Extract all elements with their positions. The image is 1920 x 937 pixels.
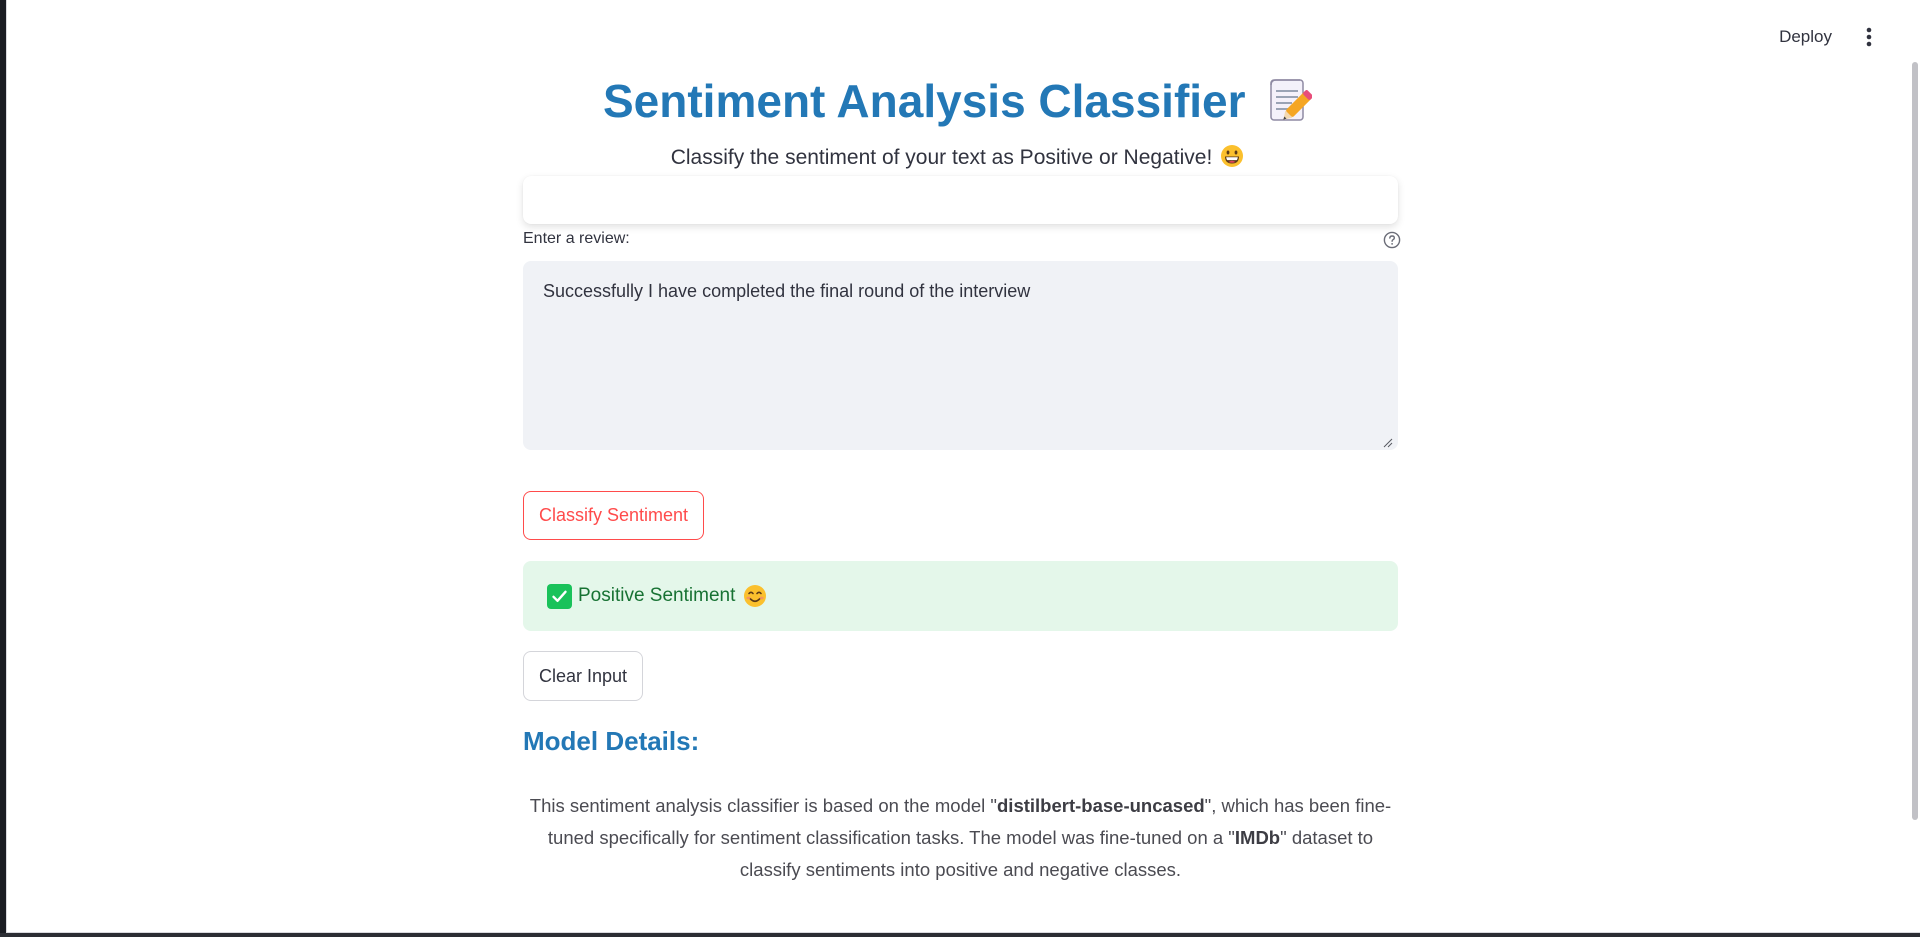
subtitle: Classify the sentiment of your text as P… xyxy=(517,144,1398,170)
window-bottom-edge xyxy=(0,933,1920,937)
classify-sentiment-button[interactable]: Classify Sentiment xyxy=(523,491,705,540)
main-menu-button[interactable] xyxy=(1854,22,1884,52)
clear-input-button[interactable]: Clear Input xyxy=(523,651,644,701)
smiling-face-icon xyxy=(744,585,767,607)
app-header: Deploy xyxy=(7,0,1920,70)
check-mark-icon xyxy=(547,583,572,609)
help-circle-icon[interactable] xyxy=(1383,231,1401,249)
subtitle-text: Classify the sentiment of your text as P… xyxy=(670,146,1213,169)
scrollbar-thumb[interactable] xyxy=(1912,62,1918,820)
model-details-heading: Model Details: xyxy=(523,726,700,756)
deploy-button[interactable]: Deploy xyxy=(1769,22,1842,52)
result-text: Positive Sentiment xyxy=(578,585,736,606)
result-alert: Positive Sentiment xyxy=(523,561,1398,631)
model-details-paragraph: This sentiment analysis classifier is ba… xyxy=(523,790,1398,886)
dataset-name: IMDb xyxy=(1234,827,1281,848)
app-window: Deploy Sentiment Analysis Classifier Cla… xyxy=(6,0,1920,933)
resize-grip-icon[interactable] xyxy=(1383,438,1393,448)
model-text-part-1: This sentiment analysis classifier is ba… xyxy=(529,795,997,816)
grinning-face-icon xyxy=(1221,145,1244,167)
vertical-dots-icon xyxy=(1866,27,1872,47)
review-field-label: Enter a review: xyxy=(523,230,630,247)
review-textarea[interactable]: Successfully I have completed the final … xyxy=(523,261,1398,450)
title-row: Sentiment Analysis Classifier xyxy=(517,74,1398,128)
page-title: Sentiment Analysis Classifier xyxy=(603,75,1246,127)
empty-container-card xyxy=(523,176,1398,224)
memo-pencil-icon xyxy=(1268,77,1313,125)
model-name: distilbert-base-uncased xyxy=(997,795,1205,816)
